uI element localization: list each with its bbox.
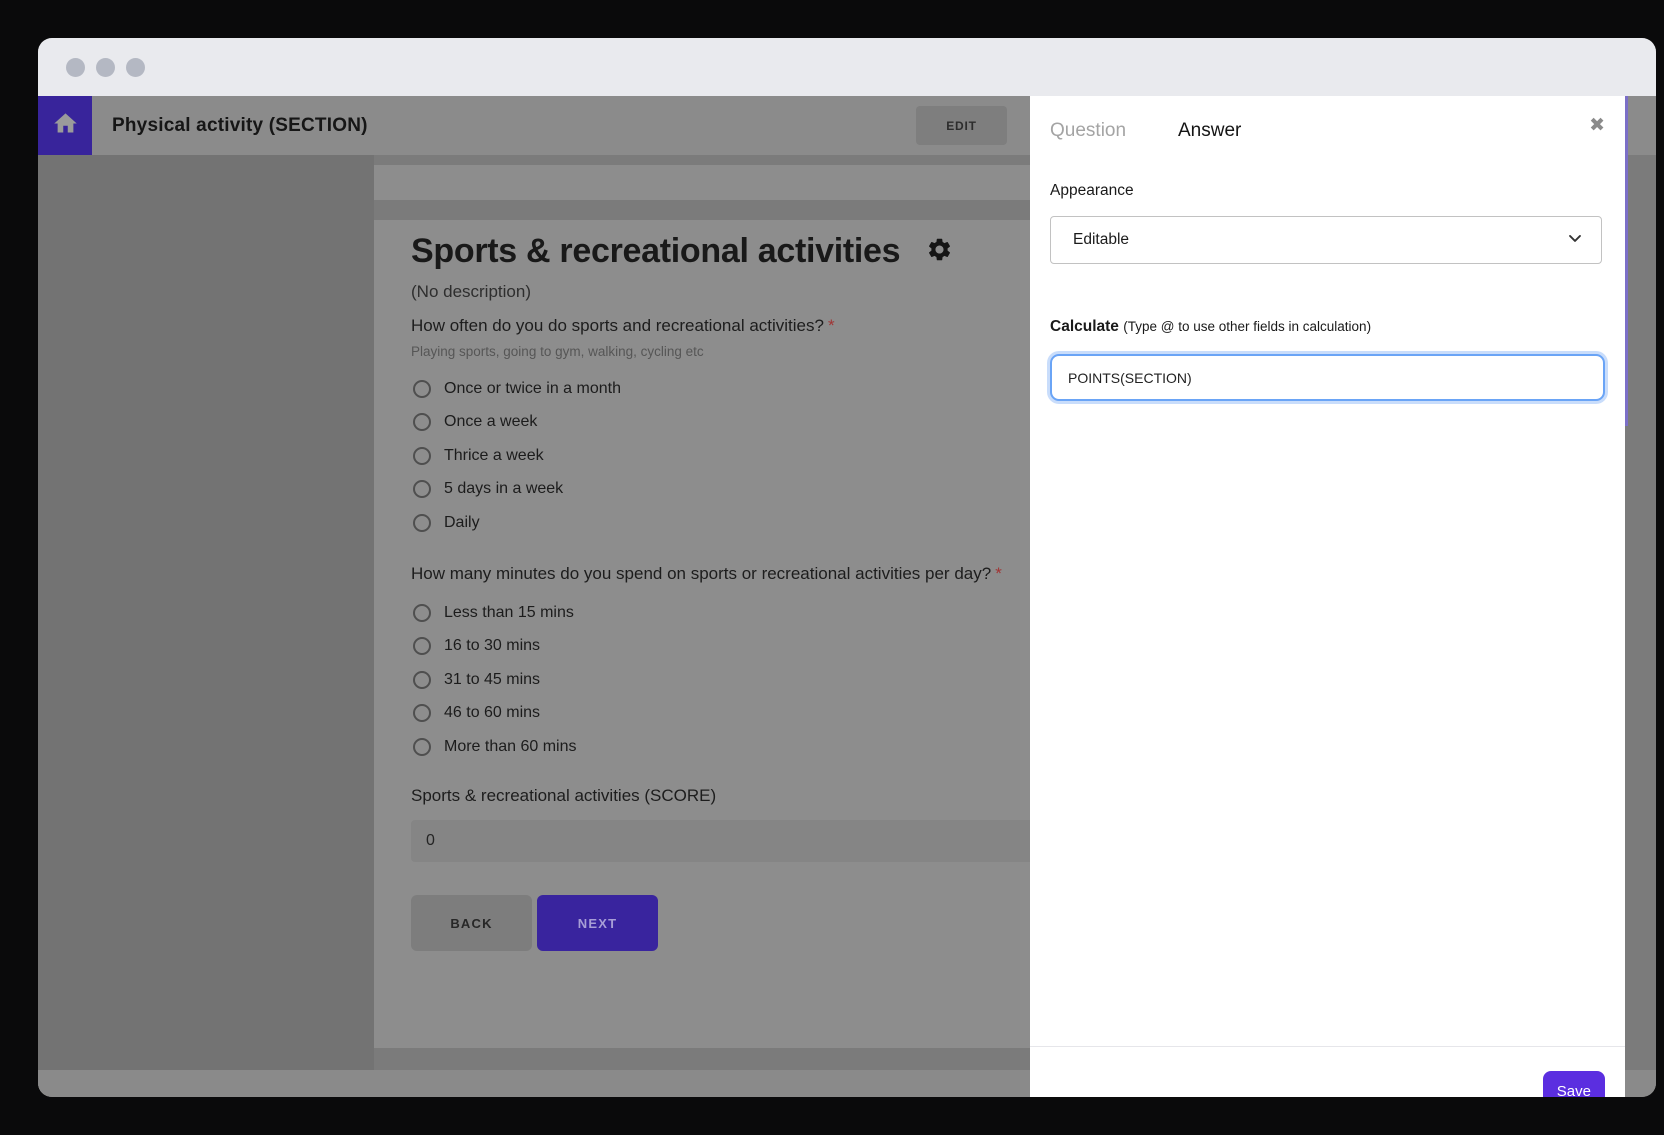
radio-option[interactable]: More than 60 mins [411, 730, 577, 764]
page-scrollbar-thumb[interactable] [1625, 96, 1628, 426]
calculate-hint: (Type @ to use other fields in calculati… [1123, 319, 1372, 334]
radio-icon[interactable] [413, 737, 431, 756]
radio-icon[interactable] [413, 513, 431, 532]
chevron-down-icon [1565, 228, 1585, 253]
calculate-label: Calculate [1050, 318, 1119, 335]
radio-option[interactable]: Once a week [411, 406, 621, 440]
close-icon[interactable]: ✖ [1589, 116, 1605, 135]
section-settings-button[interactable] [926, 236, 953, 268]
radio-option[interactable]: Less than 15 mins [411, 596, 577, 630]
radio-icon[interactable] [413, 670, 431, 689]
radio-icon[interactable] [413, 413, 431, 432]
radio-icon[interactable] [413, 637, 431, 656]
panel-footer: Save [1030, 1046, 1625, 1097]
window-titlebar [38, 38, 1656, 96]
radio-option[interactable]: 31 to 45 mins [411, 663, 577, 697]
gear-icon [926, 236, 953, 268]
window-dot-3[interactable] [126, 57, 145, 77]
score-label: Sports & recreational activities (SCORE) [411, 786, 717, 805]
save-button[interactable]: Save [1542, 1071, 1605, 1097]
window-dot-2[interactable] [96, 57, 115, 77]
radio-option[interactable]: Daily [411, 506, 621, 540]
question-2-label: How many minutes do you spend on sports … [411, 564, 1002, 583]
question-1-hint: Playing sports, going to gym, walking, c… [411, 344, 704, 359]
required-asterisk: * [827, 316, 835, 335]
radio-icon[interactable] [413, 379, 431, 398]
window-dot-1[interactable] [66, 57, 85, 77]
question-1-options: Once or twice in a month Once a week Thr… [411, 372, 621, 540]
calculate-label-row: Calculate (Type @ to use other fields in… [1050, 318, 1371, 336]
required-asterisk: * [995, 564, 1002, 583]
home-icon [52, 110, 79, 142]
edit-button[interactable]: EDIT [916, 106, 1007, 145]
appearance-label: Appearance [1050, 182, 1134, 199]
radio-option[interactable]: 16 to 30 mins [411, 630, 577, 664]
appearance-select[interactable]: Editable [1050, 216, 1602, 264]
radio-option[interactable]: Once or twice in a month [411, 372, 621, 406]
page-left-margin [38, 155, 374, 1097]
radio-option[interactable]: 5 days in a week [411, 473, 621, 507]
home-button[interactable] [38, 96, 92, 155]
browser-window: Physical activity (SECTION) EDIT Sports … [38, 38, 1656, 1097]
back-button[interactable]: BACK [411, 895, 532, 951]
tab-question[interactable]: Question [1050, 120, 1126, 142]
radio-option[interactable]: Thrice a week [411, 439, 621, 473]
radio-icon[interactable] [413, 480, 431, 499]
radio-icon[interactable] [413, 704, 431, 723]
tab-answer[interactable]: Answer [1178, 120, 1241, 142]
page-title: Physical activity (SECTION) [112, 114, 368, 136]
radio-icon[interactable] [413, 446, 431, 465]
next-button[interactable]: NEXT [537, 895, 658, 951]
calculate-input[interactable] [1050, 354, 1605, 401]
question-1-label: How often do you do sports and recreatio… [411, 316, 835, 335]
radio-icon[interactable] [413, 603, 431, 622]
appearance-selected-value: Editable [1073, 231, 1130, 248]
question-2-options: Less than 15 mins 16 to 30 mins 31 to 45… [411, 596, 577, 764]
form-description: (No description) [411, 282, 531, 301]
form-title: Sports & recreational activities [411, 232, 901, 270]
answer-settings-panel: Question Answer ✖ Appearance Editable Ca… [1030, 96, 1625, 1097]
radio-option[interactable]: 46 to 60 mins [411, 697, 577, 731]
